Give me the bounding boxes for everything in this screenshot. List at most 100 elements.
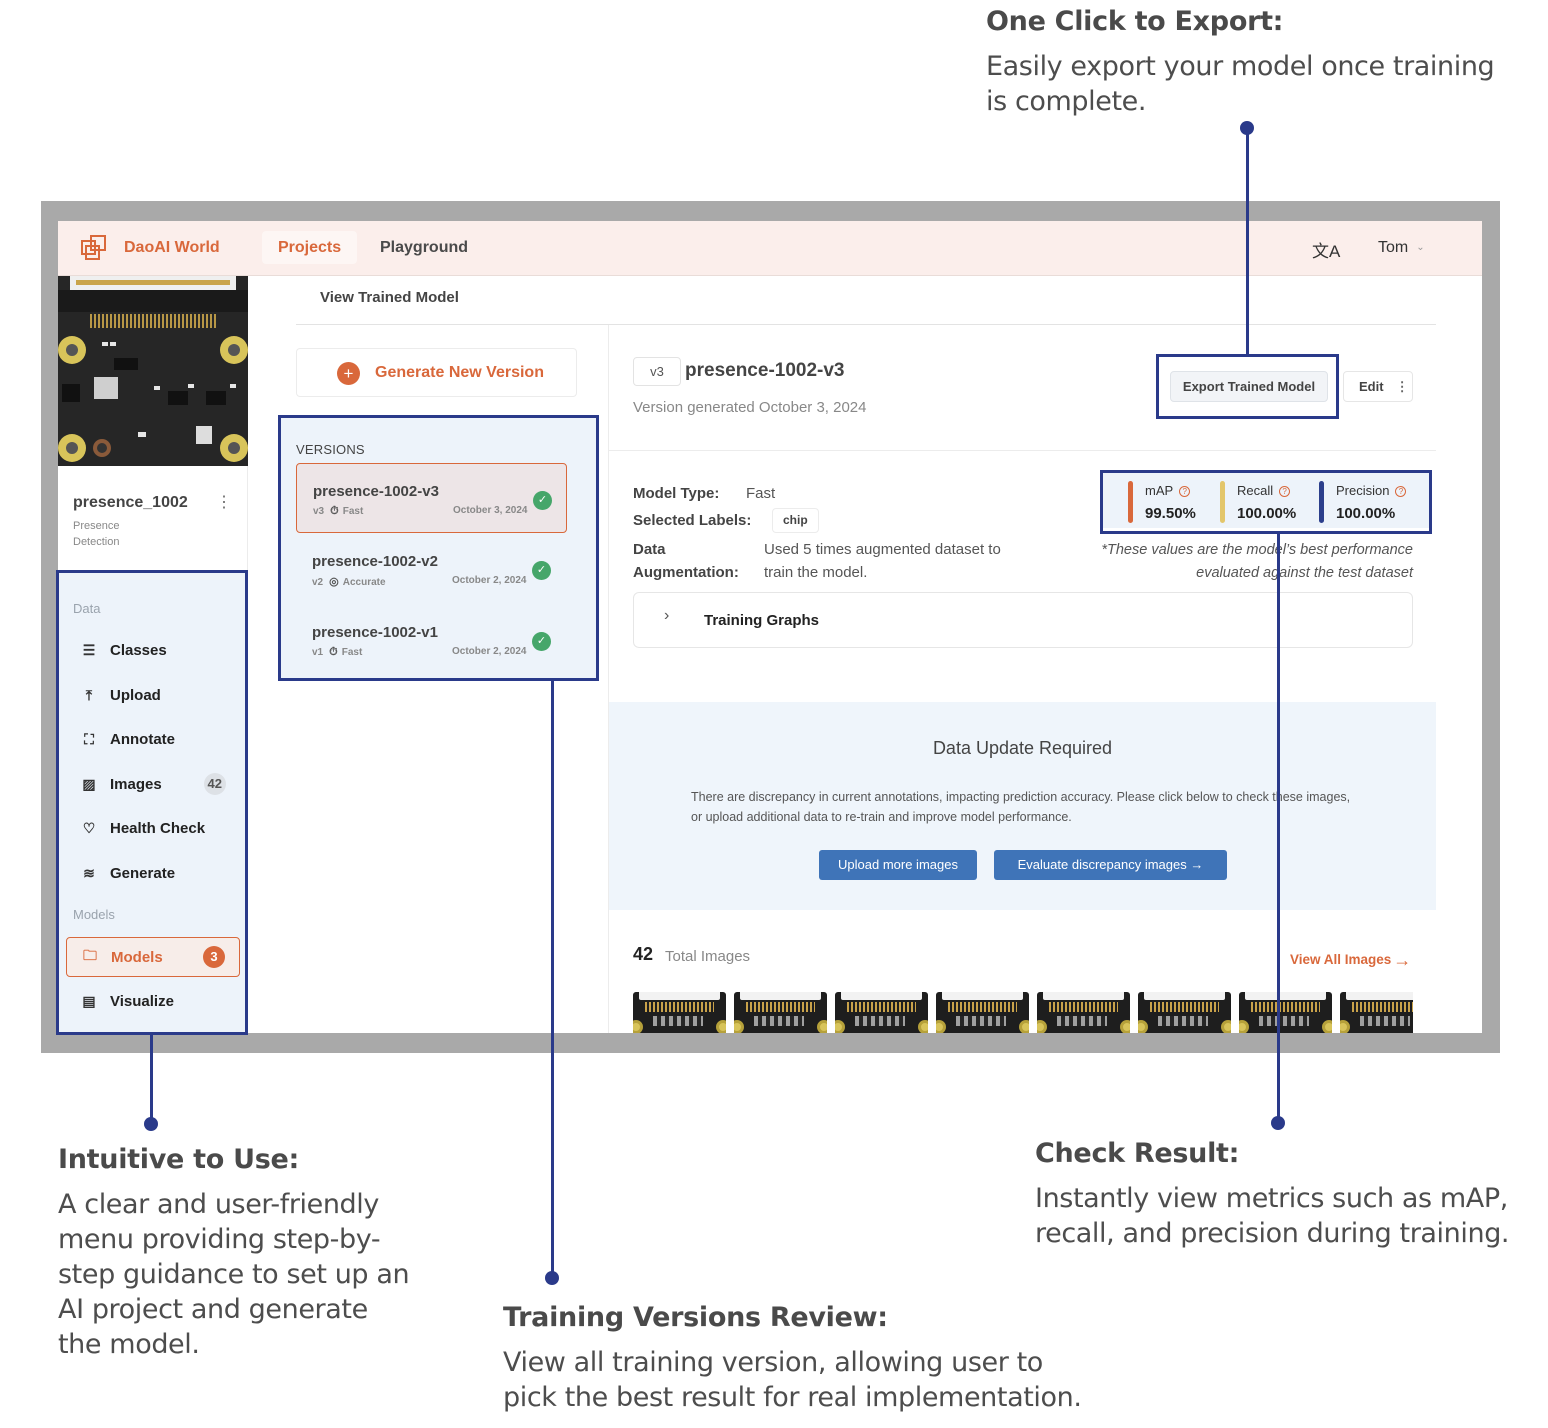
image-thumbnails bbox=[633, 992, 1413, 1033]
version-type: Fast bbox=[341, 647, 363, 658]
pcb-image bbox=[58, 276, 248, 466]
sidebar-item-classes[interactable]: ☰ Classes bbox=[66, 630, 240, 670]
metric-label: mAP? bbox=[1145, 483, 1191, 498]
project-menu-kebab-icon[interactable]: ⋮ bbox=[216, 492, 232, 512]
help-icon[interactable]: ? bbox=[1279, 486, 1291, 497]
metric-label-text: mAP bbox=[1145, 483, 1174, 498]
help-icon[interactable]: ? bbox=[1179, 486, 1191, 497]
chevron-right-icon: › bbox=[664, 607, 670, 624]
sidebar-nav: Data ☰ Classes ⤒ Upload ⛶ Annotate ▨ Ima… bbox=[58, 571, 248, 1033]
nav-tab-playground[interactable]: Playground bbox=[364, 231, 484, 264]
export-trained-model-button[interactable]: Export Trained Model bbox=[1170, 371, 1328, 402]
models-count-badge: 3 bbox=[203, 946, 225, 968]
generate-new-version-button[interactable]: + Generate New Version bbox=[296, 348, 577, 397]
augmentation-value-2: train the model. bbox=[764, 564, 868, 581]
callout-body: Easily export your model once training i… bbox=[986, 51, 1495, 117]
evaluate-discrepancy-images-button[interactable]: Evaluate discrepancy images → bbox=[994, 850, 1227, 880]
total-images-count: 42 bbox=[633, 944, 654, 964]
sidebar-item-label: Visualize bbox=[110, 992, 174, 1010]
callout-export: One Click to Export: Easily export your … bbox=[986, 6, 1506, 119]
sidebar-item-label: Annotate bbox=[110, 730, 175, 748]
augmentation-value: Used 5 times augmented dataset to bbox=[764, 541, 1001, 558]
project-thumbnail bbox=[58, 276, 248, 466]
image-thumbnail[interactable] bbox=[936, 992, 1029, 1033]
view-all-images-link[interactable]: View All Images → bbox=[1290, 950, 1411, 971]
data-update-alert: Data Update Required There are discrepan… bbox=[609, 702, 1436, 910]
metric-color-bar bbox=[1128, 481, 1133, 523]
version-card-v3[interactable]: presence-1002-v3 v3 ⏱ Fast October 3, 2024… bbox=[296, 463, 567, 533]
brand-name[interactable]: DaoAI World bbox=[124, 239, 220, 257]
leader-versions bbox=[551, 680, 554, 1278]
version-meta: v3 ⏱ Fast bbox=[313, 505, 363, 518]
sidebar-item-label: Health Check bbox=[110, 819, 206, 837]
check-circle-icon: ✓ bbox=[532, 632, 551, 651]
metric-label-text: Precision bbox=[1336, 483, 1390, 498]
version-meta: v1 ⏱ Fast bbox=[312, 646, 362, 659]
training-graphs-accordion[interactable]: › Training Graphs bbox=[633, 592, 1413, 648]
kebab-icon: ⋮ bbox=[1395, 379, 1409, 394]
sidebar-item-health-check[interactable]: ♡ Health Check bbox=[66, 808, 240, 848]
metrics-footnote-line: *These values are the model’s best perfo… bbox=[1101, 542, 1413, 558]
version-card-v2[interactable]: presence-1002-v2 v2 ◎ Accurate October 2, … bbox=[296, 534, 567, 604]
version-tag-badge: v3 bbox=[633, 357, 681, 386]
user-menu[interactable]: Tom ⌄ bbox=[1378, 239, 1425, 257]
leader-dot-metrics bbox=[1271, 1116, 1285, 1130]
leader-export bbox=[1246, 128, 1249, 355]
metrics-footnote-line: evaluated against the test dataset bbox=[1196, 565, 1413, 581]
top-navbar: DaoAI World Projects Playground 文A Tom ⌄ bbox=[58, 221, 1482, 276]
versions-heading: VERSIONS bbox=[296, 442, 365, 457]
alert-title: Data Update Required bbox=[932, 738, 1113, 758]
user-name: Tom bbox=[1378, 239, 1409, 256]
image-thumbnail[interactable] bbox=[1138, 992, 1231, 1033]
sidebar-item-images[interactable]: ▨ Images 42 bbox=[66, 764, 240, 804]
image-thumbnail[interactable] bbox=[633, 992, 726, 1033]
upload-more-images-button[interactable]: Upload more images bbox=[819, 850, 977, 880]
image-thumbnail[interactable] bbox=[734, 992, 827, 1033]
sidebar-item-upload[interactable]: ⤒ Upload bbox=[66, 675, 240, 715]
leader-dot-sidebar bbox=[144, 1117, 158, 1131]
images-count-badge: 42 bbox=[203, 773, 226, 795]
help-icon[interactable]: ? bbox=[1395, 486, 1407, 497]
image-thumbnail[interactable] bbox=[1239, 992, 1332, 1033]
arrow-right-icon: → bbox=[1393, 950, 1412, 970]
sidebar-item-label: Classes bbox=[110, 641, 167, 659]
document-icon: ▤ bbox=[82, 992, 96, 1009]
label-chip: chip bbox=[772, 508, 819, 533]
view-all-label: View All Images bbox=[1290, 952, 1392, 967]
app-window: DaoAI World Projects Playground 文A Tom ⌄ bbox=[58, 221, 1482, 1033]
translate-icon[interactable]: 文A bbox=[1312, 237, 1340, 262]
sidebar-item-generate[interactable]: ≋ Generate bbox=[66, 853, 240, 893]
training-graphs-label: Training Graphs bbox=[704, 612, 820, 629]
sidebar-item-visualize[interactable]: ▤ Visualize bbox=[66, 981, 240, 1021]
stopwatch-fast-icon: ⏱ bbox=[330, 505, 339, 517]
edit-label: Edit bbox=[1359, 379, 1384, 394]
callout-intuitive: Intuitive to Use: A clear and user-frien… bbox=[58, 1144, 410, 1362]
sidebar-item-models[interactable]: 🗀 Models 3 bbox=[66, 937, 240, 977]
callout-title: Training Versions Review: bbox=[503, 1302, 888, 1333]
version-card-v1[interactable]: presence-1002-v1 v1 ⏱ Fast October 2, 2024… bbox=[296, 605, 567, 675]
image-thumbnail[interactable] bbox=[1037, 992, 1130, 1033]
target-icon: ◎ bbox=[329, 576, 339, 588]
metric-color-bar bbox=[1220, 481, 1225, 523]
detail-divider bbox=[609, 450, 1436, 451]
version-tag: v2 bbox=[312, 577, 324, 588]
metric-value: 100.00% bbox=[1237, 505, 1297, 522]
section-label-models: Models bbox=[73, 907, 115, 922]
header-divider bbox=[296, 324, 1436, 325]
column-divider bbox=[608, 325, 609, 1033]
leader-metrics bbox=[1277, 533, 1280, 1123]
image-thumbnail[interactable] bbox=[1340, 992, 1413, 1033]
edit-button[interactable]: Edit ⋮ bbox=[1343, 371, 1413, 402]
augmentation-label: Data bbox=[633, 541, 666, 558]
plus-icon: + bbox=[337, 362, 360, 385]
version-name: presence-1002-v1 bbox=[312, 624, 438, 641]
version-name: presence-1002-v3 bbox=[313, 483, 439, 500]
stopwatch-fast-icon: ⏱ bbox=[329, 646, 338, 658]
version-tag: v3 bbox=[313, 506, 325, 517]
image-thumbnail[interactable] bbox=[835, 992, 928, 1033]
nav-tab-projects[interactable]: Projects bbox=[262, 231, 358, 264]
sidebar-item-label: Upload bbox=[110, 686, 161, 704]
metric-label: Precision? bbox=[1336, 483, 1407, 498]
callout-body: Instantly view metrics such as mAP, reca… bbox=[1035, 1183, 1510, 1249]
sidebar-item-annotate[interactable]: ⛶ Annotate bbox=[66, 719, 240, 759]
